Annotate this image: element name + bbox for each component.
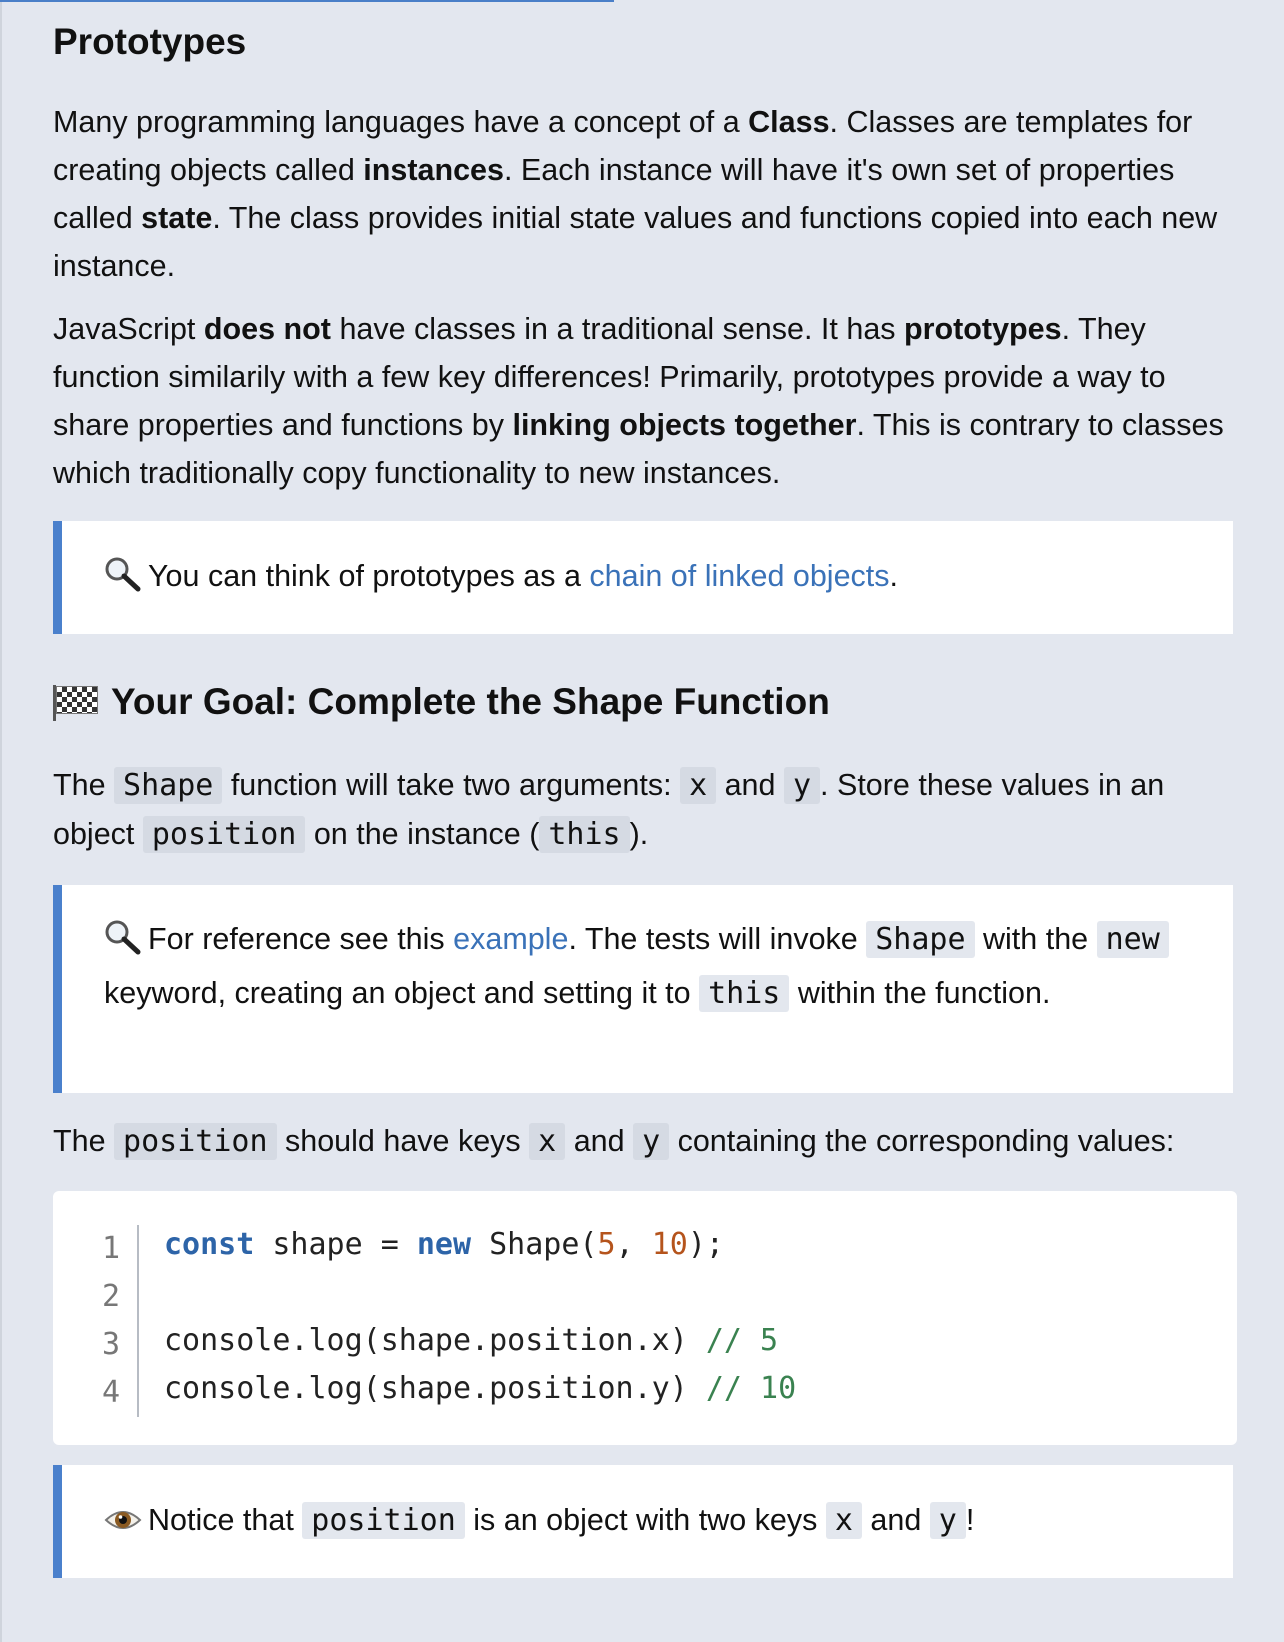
checkered-flag-icon [53,685,99,721]
inline-code: position [142,816,306,853]
inline-code: x [529,1123,566,1160]
goal-paragraph: The Shape function will take two argumen… [53,767,1165,853]
tip-callout-reference: For reference see this example. The test… [53,885,1233,1093]
chain-of-linked-objects-link[interactable]: chain of linked objects [589,559,889,593]
inline-code: x [680,767,717,804]
intro-paragraph-1: Many programming languages have a concep… [53,105,1218,283]
inline-code: y [929,1502,966,1539]
page-title: Prototypes [53,21,247,62]
inline-code: position [114,1123,277,1160]
line-number: 1 [53,1225,139,1273]
inline-code: position [302,1502,465,1539]
code-line: 3 console.log(shape.position.x) // 5 [53,1317,1237,1369]
code-line: 1 const shape = new Shape(5, 10); [53,1221,1237,1273]
inline-code: Shape [866,921,975,958]
line-number: 4 [53,1369,139,1417]
intro-paragraph-2: JavaScript does not have classes in a tr… [53,312,1224,490]
inline-code: this [699,975,790,1012]
line-number: 3 [53,1321,139,1369]
inline-code: Shape [114,767,223,804]
inline-code: y [633,1123,670,1160]
left-border [0,0,2,1642]
magnifying-glass-icon [104,556,142,606]
goal-heading: Your Goal: Complete the Shape Function [53,677,1233,727]
inline-code: new [1096,921,1169,958]
inline-code: y [783,767,821,804]
lesson-content: Prototypes Many programming languages ha… [53,0,1237,1578]
magnifying-glass-icon [104,919,142,969]
example-link[interactable]: example [453,922,568,956]
code-line: 4 console.log(shape.position.y) // 10 [53,1365,1237,1417]
eye-icon [104,1502,142,1550]
position-paragraph: The position should have keys x and y co… [53,1123,1175,1160]
code-example-block: 1 const shape = new Shape(5, 10); 2 3 co… [53,1191,1237,1445]
code-line: 2 [53,1269,1237,1321]
inline-code: this [539,816,630,853]
notice-callout: Notice that position is an object with t… [53,1465,1233,1578]
tip-callout-prototypes: You can think of prototypes as a chain o… [53,521,1233,634]
inline-code: x [825,1502,862,1539]
line-number: 2 [53,1273,139,1321]
